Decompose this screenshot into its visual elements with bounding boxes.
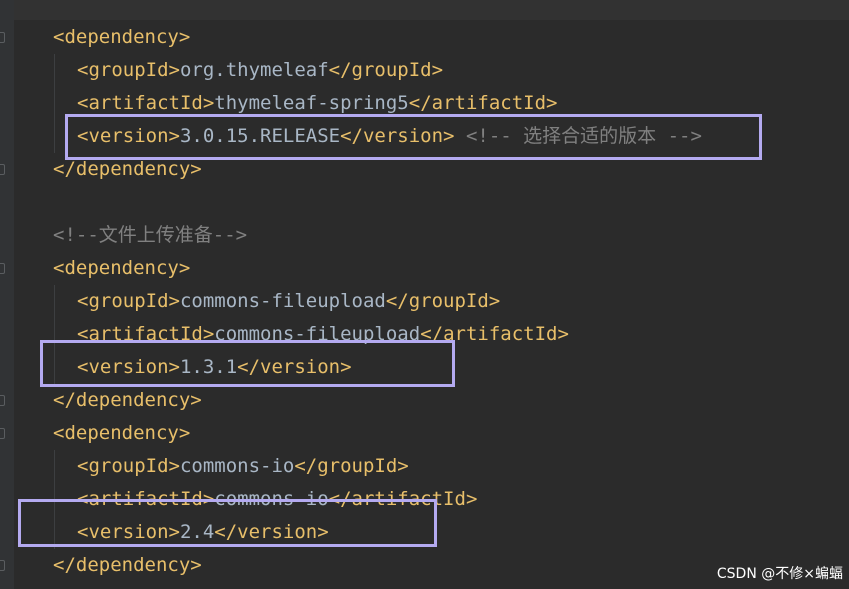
xml-text: commons-io bbox=[179, 455, 295, 477]
fold-marker-icon[interactable] bbox=[0, 395, 5, 406]
code-line[interactable]: <groupId>commons-io</groupId> bbox=[77, 450, 409, 483]
xml-open-tag: <dependency> bbox=[53, 422, 191, 444]
code-editor[interactable]: <dependency> <groupId>org.thymeleaf</grou… bbox=[0, 0, 849, 589]
xml-comment: <!--文件上传准备--> bbox=[53, 224, 248, 246]
watermark: CSDN @不修×蝙蝠 bbox=[716, 566, 843, 582]
fold-marker-icon[interactable] bbox=[0, 560, 5, 571]
xml-open-tag: <dependency> bbox=[53, 257, 191, 279]
indent-guide bbox=[54, 54, 55, 153]
fold-marker-icon[interactable] bbox=[0, 32, 5, 43]
xml-text: commons-fileupload bbox=[179, 290, 386, 312]
xml-close-tag: </groupId> bbox=[328, 59, 444, 81]
xml-text: org.thymeleaf bbox=[179, 59, 329, 81]
code-line[interactable]: </dependency> bbox=[53, 549, 202, 582]
fold-marker-icon[interactable] bbox=[0, 164, 5, 175]
code-line[interactable]: </dependency> bbox=[53, 384, 202, 417]
xml-open-tag: <artifactId> bbox=[77, 92, 215, 114]
fold-marker-icon[interactable] bbox=[0, 263, 5, 274]
xml-open-tag: <groupId> bbox=[77, 290, 180, 312]
xml-open-tag: <groupId> bbox=[77, 59, 180, 81]
xml-open-tag: </dependency> bbox=[53, 554, 202, 576]
xml-open-tag: <dependency> bbox=[53, 26, 191, 48]
code-line[interactable]: <groupId>org.thymeleaf</groupId> bbox=[77, 54, 443, 87]
code-line[interactable]: <groupId>commons-fileupload</groupId> bbox=[77, 285, 500, 318]
xml-open-tag: <groupId> bbox=[77, 455, 180, 477]
highlight-box-version-io bbox=[18, 499, 437, 547]
xml-text: thymeleaf-spring5 bbox=[214, 92, 409, 114]
xml-close-tag: </groupId> bbox=[385, 290, 501, 312]
highlight-box-version-thymeleaf bbox=[65, 114, 762, 160]
code-line[interactable]: <dependency> bbox=[53, 252, 190, 285]
fold-marker-icon[interactable] bbox=[0, 428, 5, 439]
highlight-box-version-fileupload bbox=[40, 340, 455, 387]
code-line[interactable]: <!--文件上传准备--> bbox=[53, 219, 247, 252]
code-line[interactable]: <dependency> bbox=[53, 417, 190, 450]
xml-open-tag: </dependency> bbox=[53, 158, 202, 180]
xml-close-tag: </groupId> bbox=[294, 455, 409, 477]
editor-gutter bbox=[0, 0, 14, 589]
code-line[interactable]: <dependency> bbox=[53, 21, 190, 54]
editor-top-bar bbox=[0, 0, 849, 20]
xml-open-tag: </dependency> bbox=[53, 389, 202, 411]
xml-close-tag: </artifactId> bbox=[408, 92, 558, 114]
